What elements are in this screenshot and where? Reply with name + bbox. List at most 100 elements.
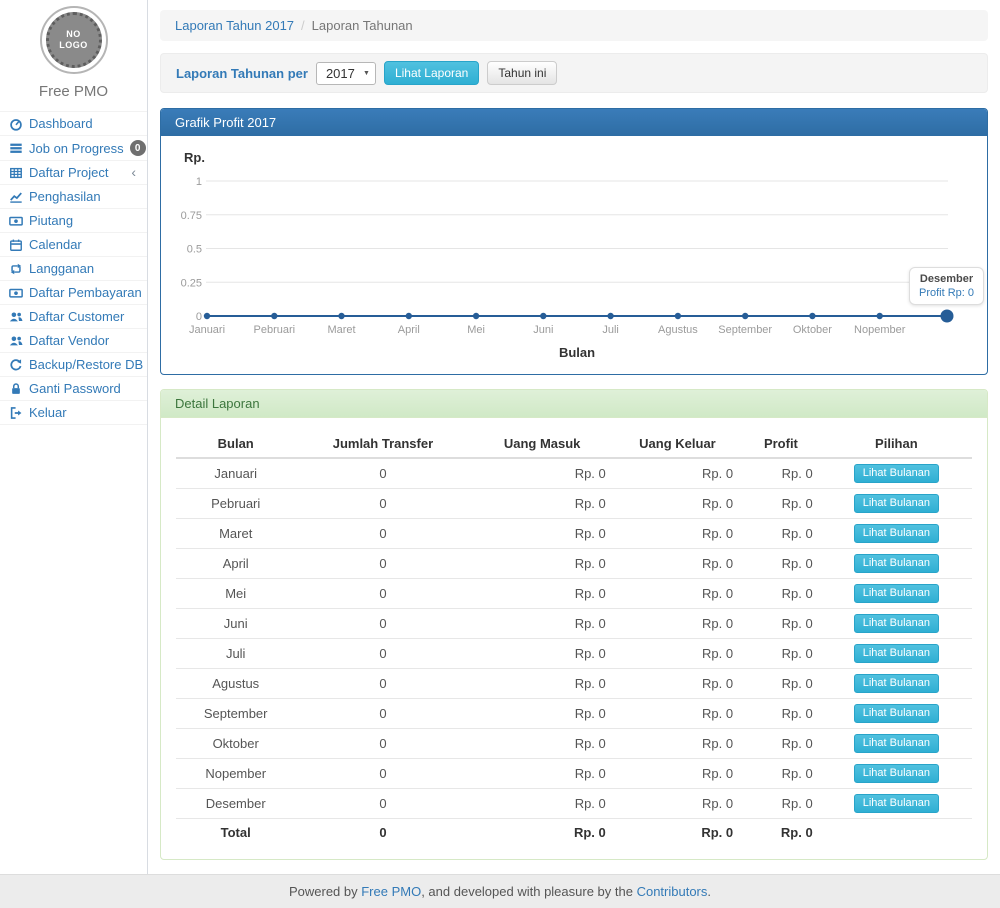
breadcrumb-separator: / (301, 18, 305, 33)
table-cell: Rp. 0 (614, 549, 741, 579)
sidebar-item-label: Penghasilan (29, 189, 139, 204)
table-cell: Rp. 0 (741, 519, 821, 549)
total-cell: Rp. 0 (614, 819, 741, 846)
table-cell: Rp. 0 (614, 759, 741, 789)
sidebar-item-dashboard[interactable]: Dashboard (0, 111, 147, 135)
lihat-bulanan-button[interactable]: Lihat Bulanan (854, 764, 939, 783)
lihat-bulanan-button[interactable]: Lihat Bulanan (854, 614, 939, 633)
sidebar: NO LOGO Free PMO Dashboard Job on Progres… (0, 0, 148, 874)
sidebar-item-calendar[interactable]: Calendar (0, 232, 147, 256)
table-cell: Rp. 0 (741, 789, 821, 819)
table-icon (8, 165, 23, 180)
table-cell: 0 (295, 639, 470, 669)
profit-chart[interactable]: Rp.10.750.50.250JanuariPebruariMaretApri… (176, 146, 972, 370)
lihat-bulanan-button[interactable]: Lihat Bulanan (854, 584, 939, 603)
total-cell: Total (176, 819, 295, 846)
svg-text:April: April (398, 324, 420, 336)
table-cell: 0 (295, 609, 470, 639)
table-cell: Rp. 0 (471, 729, 614, 759)
table-cell: Desember (176, 789, 295, 819)
svg-text:Oktober: Oktober (793, 324, 832, 336)
no-logo-badge: NO LOGO (46, 12, 102, 68)
lock-icon (8, 381, 23, 396)
table-cell: Rp. 0 (741, 609, 821, 639)
table-row: Pebruari0Rp. 0Rp. 0Rp. 0Lihat Bulanan (176, 489, 972, 519)
table-cell: Rp. 0 (471, 489, 614, 519)
action-cell: Lihat Bulanan (821, 519, 972, 549)
table-header-row: BulanJumlah TransferUang MasukUang Kelua… (176, 430, 972, 458)
money-icon (8, 213, 23, 228)
table-cell: 0 (295, 549, 470, 579)
column-header: Bulan (176, 430, 295, 458)
table-cell: Rp. 0 (614, 729, 741, 759)
year-select[interactable]: 2017 (316, 62, 376, 85)
lihat-bulanan-button[interactable]: Lihat Bulanan (854, 794, 939, 813)
logo-text-line1: NO (66, 29, 81, 40)
sidebar-item-daftar-project[interactable]: Daftar Project‹ (0, 160, 147, 184)
svg-text:0.75: 0.75 (181, 210, 202, 222)
table-cell: Rp. 0 (471, 549, 614, 579)
column-header: Jumlah Transfer (295, 430, 470, 458)
lihat-laporan-button[interactable]: Lihat Laporan (384, 61, 479, 85)
sidebar-item-daftar-vendor[interactable]: Daftar Vendor (0, 328, 147, 352)
total-cell: Rp. 0 (471, 819, 614, 846)
action-cell: Lihat Bulanan (821, 639, 972, 669)
logo: NO LOGO (40, 6, 108, 74)
sidebar-item-daftar-customer[interactable]: Daftar Customer (0, 304, 147, 328)
chart-panel-title: Grafik Profit 2017 (161, 109, 987, 136)
table-cell: Rp. 0 (471, 639, 614, 669)
sidebar-item-daftar-pembayaran[interactable]: Daftar Pembayaran (0, 280, 147, 304)
table-cell: Rp. 0 (471, 609, 614, 639)
retweet-icon (8, 261, 23, 276)
action-cell: Lihat Bulanan (821, 759, 972, 789)
table-row: Maret0Rp. 0Rp. 0Rp. 0Lihat Bulanan (176, 519, 972, 549)
footer-link-contributors[interactable]: Contributors (637, 884, 708, 899)
table-row: Nopember0Rp. 0Rp. 0Rp. 0Lihat Bulanan (176, 759, 972, 789)
sidebar-item-job-on-progress[interactable]: Job on Progress0 (0, 135, 147, 160)
table-row: Januari0Rp. 0Rp. 0Rp. 0Lihat Bulanan (176, 458, 972, 489)
table-row: Juni0Rp. 0Rp. 0Rp. 0Lihat Bulanan (176, 609, 972, 639)
svg-text:Juli: Juli (602, 324, 619, 336)
table-cell: Agustus (176, 669, 295, 699)
lihat-bulanan-button[interactable]: Lihat Bulanan (854, 524, 939, 543)
table-cell: Rp. 0 (741, 759, 821, 789)
table-cell: Rp. 0 (741, 669, 821, 699)
table-row: Mei0Rp. 0Rp. 0Rp. 0Lihat Bulanan (176, 579, 972, 609)
sidebar-item-keluar[interactable]: Keluar (0, 400, 147, 425)
lihat-bulanan-button[interactable]: Lihat Bulanan (854, 494, 939, 513)
refresh-icon (8, 357, 23, 372)
money-icon (8, 285, 23, 300)
lihat-bulanan-button[interactable]: Lihat Bulanan (854, 464, 939, 483)
table-cell: Rp. 0 (614, 458, 741, 489)
sidebar-item-langganan[interactable]: Langganan (0, 256, 147, 280)
sidebar-item-label: Daftar Project (29, 165, 125, 180)
breadcrumb-link-laporan-tahun[interactable]: Laporan Tahun 2017 (175, 18, 294, 33)
svg-text:0: 0 (196, 311, 202, 323)
sidebar-item-ganti-password[interactable]: Ganti Password (0, 376, 147, 400)
brand-name: Free PMO (0, 83, 147, 100)
sidebar-item-label: Dashboard (29, 116, 139, 131)
table-row: September0Rp. 0Rp. 0Rp. 0Lihat Bulanan (176, 699, 972, 729)
sidebar-item-backup-restore-db[interactable]: Backup/Restore DB (0, 352, 147, 376)
lihat-bulanan-button[interactable]: Lihat Bulanan (854, 734, 939, 753)
svg-text:September: September (718, 324, 772, 336)
footer-link-free-pmo[interactable]: Free PMO (361, 884, 421, 899)
sidebar-item-penghasilan[interactable]: Penghasilan (0, 184, 147, 208)
table-cell: Mei (176, 579, 295, 609)
footer-text-suffix: . (707, 884, 711, 899)
svg-text:Maret: Maret (327, 324, 355, 336)
svg-text:Rp.: Rp. (184, 150, 205, 165)
lihat-bulanan-button[interactable]: Lihat Bulanan (854, 644, 939, 663)
report-table: BulanJumlah TransferUang MasukUang Kelua… (176, 430, 972, 845)
table-cell: Rp. 0 (614, 519, 741, 549)
lihat-bulanan-button[interactable]: Lihat Bulanan (854, 704, 939, 723)
sidebar-item-piutang[interactable]: Piutang (0, 208, 147, 232)
lihat-bulanan-button[interactable]: Lihat Bulanan (854, 674, 939, 693)
tahun-ini-button[interactable]: Tahun ini (487, 61, 557, 85)
action-cell: Lihat Bulanan (821, 458, 972, 489)
profit-chart-panel: Grafik Profit 2017 Rp.10.750.50.250Janua… (160, 108, 988, 375)
footer: Powered by Free PMO, and developed with … (0, 874, 1000, 908)
table-cell: Rp. 0 (471, 458, 614, 489)
table-cell: Rp. 0 (471, 789, 614, 819)
lihat-bulanan-button[interactable]: Lihat Bulanan (854, 554, 939, 573)
